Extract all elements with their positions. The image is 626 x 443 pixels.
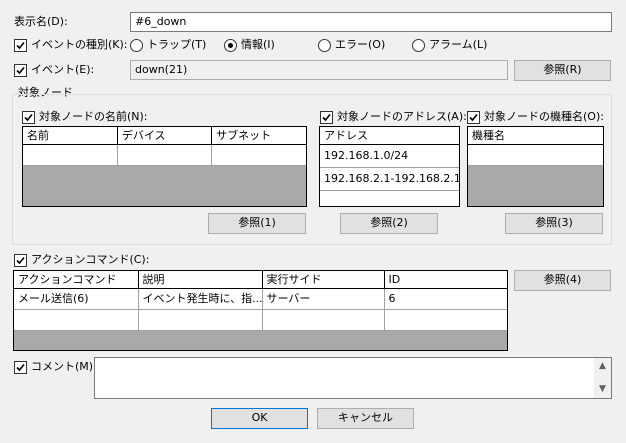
comment-textarea[interactable]: [94, 357, 612, 399]
checkmark-icon: [16, 363, 25, 372]
radio-error[interactable]: [318, 39, 331, 52]
event-browse-button[interactable]: 参照(R): [514, 60, 611, 81]
ok-button[interactable]: OK: [211, 408, 308, 429]
table-row[interactable]: メール送信(6) イベント発生時に、指... サーバー 6: [14, 288, 507, 310]
cancel-button[interactable]: キャンセル: [317, 408, 414, 429]
radio-error-label: エラー(O): [335, 38, 386, 51]
target-addresses-label: 対象ノードのアドレス(A):: [337, 110, 467, 123]
event-type-label: イベントの種別(K):: [31, 38, 128, 51]
target-names-label: 対象ノードの名前(N):: [39, 110, 148, 123]
column-header[interactable]: 機種名: [468, 127, 603, 145]
action-command-browse-button[interactable]: 参照(4): [514, 270, 611, 291]
checkmark-icon: [24, 113, 33, 122]
address-cell: 192.168.2.1-192.168.2.100: [320, 167, 459, 191]
comment-checkbox[interactable]: [14, 361, 27, 374]
radio-alarm[interactable]: [412, 39, 425, 52]
column-header[interactable]: アドレス: [320, 127, 459, 145]
id-cell: 6: [384, 288, 507, 310]
checkmark-icon: [469, 113, 478, 122]
side-cell: サーバー: [262, 288, 385, 310]
target-models-label: 対象ノードの機種名(O):: [484, 110, 604, 123]
action-command-label: アクションコマンド(C):: [31, 253, 150, 266]
radio-info-label: 情報(I): [241, 38, 275, 51]
comment-label: コメント(M):: [31, 360, 97, 373]
address-cell: 192.168.1.0/24: [320, 144, 459, 168]
event-input[interactable]: down(21): [130, 60, 508, 80]
checkmark-icon: [16, 41, 25, 50]
table-row[interactable]: 192.168.1.0/24: [320, 144, 459, 168]
column-header[interactable]: サブネット: [211, 127, 306, 145]
column-header[interactable]: 名前: [23, 127, 118, 145]
target-addresses-grid[interactable]: アドレス 192.168.1.0/24 192.168.2.1-192.168.…: [319, 126, 460, 207]
scroll-down-icon[interactable]: ▼: [594, 381, 611, 398]
table-row[interactable]: [23, 144, 306, 166]
target-names-grid[interactable]: 名前 デバイス サブネット: [22, 126, 307, 207]
event-type-checkbox[interactable]: [14, 39, 27, 52]
table-row[interactable]: [14, 309, 507, 331]
radio-alarm-label: アラーム(L): [429, 38, 488, 51]
target-names-browse-button[interactable]: 参照(1): [208, 213, 306, 234]
checkmark-icon: [16, 66, 25, 75]
checkmark-icon: [16, 256, 25, 265]
radio-trap[interactable]: [130, 39, 143, 52]
target-names-checkbox[interactable]: [22, 111, 35, 124]
comment-scrollbar[interactable]: ▲ ▼: [594, 358, 611, 398]
target-addresses-checkbox[interactable]: [320, 111, 333, 124]
column-header[interactable]: ID: [384, 271, 507, 289]
action-command-checkbox[interactable]: [14, 254, 27, 267]
target-addresses-browse-button[interactable]: 参照(2): [340, 213, 438, 234]
description-cell: イベント発生時に、指...: [138, 288, 263, 310]
command-cell: メール送信(6): [14, 288, 139, 310]
column-header[interactable]: 実行サイド: [262, 271, 385, 289]
radio-trap-label: トラップ(T): [147, 38, 207, 51]
table-row[interactable]: 192.168.2.1-192.168.2.100: [320, 167, 459, 191]
display-name-label: 表示名(D):: [14, 15, 68, 28]
target-models-browse-button[interactable]: 参照(3): [505, 213, 603, 234]
column-header[interactable]: アクションコマンド: [14, 271, 139, 289]
action-command-grid[interactable]: アクションコマンド 説明 実行サイド ID メール送信(6) イベント発生時に、…: [13, 270, 508, 351]
radio-info[interactable]: [224, 39, 237, 52]
target-models-checkbox[interactable]: [467, 111, 480, 124]
radio-selected-dot: [228, 43, 233, 48]
column-header[interactable]: 説明: [138, 271, 263, 289]
scroll-up-icon[interactable]: ▲: [594, 358, 611, 375]
event-checkbox[interactable]: [14, 64, 27, 77]
table-row[interactable]: [468, 144, 603, 166]
display-name-input[interactable]: #6_down: [130, 12, 612, 32]
column-header[interactable]: デバイス: [117, 127, 213, 145]
event-label: イベント(E):: [31, 63, 95, 76]
target-models-grid[interactable]: 機種名: [467, 126, 604, 207]
checkmark-icon: [322, 113, 331, 122]
